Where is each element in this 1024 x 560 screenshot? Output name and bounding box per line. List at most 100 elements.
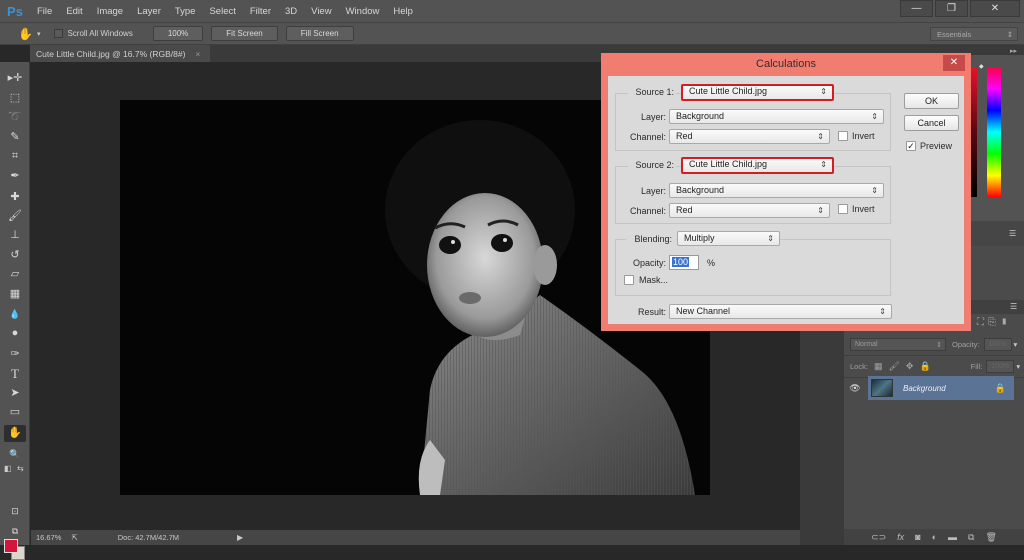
quick-select-tool-icon[interactable]: ✎ [6,129,24,146]
rectangle-tool-icon[interactable]: ▭ [6,404,24,421]
restore-button[interactable]: ❐ [935,0,968,17]
source1-invert-checkbox[interactable] [838,131,848,141]
fill-screen-button[interactable]: Fill Screen [285,26,354,41]
default-colors-icon[interactable]: ◧ [4,464,12,473]
menu-3d[interactable]: 3D [278,6,304,17]
collapse-panels-icon[interactable]: ▸▸ [1010,47,1017,55]
hand-tool-icon[interactable]: ✋ [4,425,26,442]
history-brush-tool-icon[interactable]: ↺ [6,247,24,264]
new-layer-icon[interactable]: ⧉ [968,532,974,543]
close-tab-icon[interactable]: × [195,49,200,59]
gradient-tool-icon[interactable]: ▦ [6,286,24,303]
export-icon[interactable]: ⇱ [71,533,77,542]
adjustment-icon[interactable]: ◐ [932,532,937,542]
hand-icon[interactable]: ✋ [18,27,33,41]
crop-tool-icon[interactable]: ⌗ [6,148,24,165]
panel-menu-icon[interactable]: ☰ [1009,229,1016,238]
workspace-select[interactable]: Essentials ⇕ [930,27,1018,41]
eraser-tool-icon[interactable]: ▱ [6,266,24,283]
tool-preset-chevron-icon[interactable]: ▾ [37,30,41,38]
window-controls: — ❐ ✕ [898,0,1020,20]
mask-checkbox[interactable] [624,275,634,285]
fill-dropdown-icon[interactable]: ▾ [1016,362,1020,371]
fill-input[interactable]: 100% [986,360,1015,373]
layer-filter-icons[interactable]: ⛶⎘▮ [977,317,1012,328]
source1-file-select[interactable]: Cute Little Child.jpg ⇕ [681,84,834,101]
source1-channel-select[interactable]: Red ⇕ [669,129,830,144]
lock-pixels-icon[interactable]: 🖌 [888,361,899,372]
zoom-tool-icon[interactable]: 🔍 [6,446,24,463]
clone-stamp-tool-icon[interactable]: ⊥ [6,227,24,244]
menu-bar: Ps File Edit Image Layer Type Select Fil… [0,0,1024,22]
source2-invert-checkbox[interactable] [838,204,848,214]
blur-tool-icon[interactable]: 💧 [6,306,24,323]
brush-tool-icon[interactable]: 🖌 [6,208,24,225]
dialog-close-button[interactable]: ✕ [943,55,965,71]
preview-checkbox[interactable]: ✓ [906,141,916,151]
blending-mode-select[interactable]: Multiply ⇕ [677,231,780,246]
hue-slider[interactable] [987,67,1001,197]
panel-menu-icon[interactable]: ☰ [1010,302,1017,311]
result-value: New Channel [676,306,731,316]
lock-position-icon[interactable]: ✥ [906,361,914,372]
zoom-100-button[interactable]: 100% [152,26,204,41]
dodge-tool-icon[interactable]: ● [6,325,24,342]
pen-tool-icon[interactable]: ✑ [6,346,24,363]
quick-mask-icon[interactable]: ⊡ [6,503,24,520]
menu-edit[interactable]: Edit [59,6,89,17]
screen-mode-icon[interactable]: ⧉ [6,523,24,540]
fx-icon[interactable]: fx [897,532,904,542]
menu-type[interactable]: Type [168,6,203,17]
zoom-level[interactable]: 16.67% [36,533,61,542]
menu-view[interactable]: View [304,6,338,17]
link-icon[interactable]: ⊂⊃ [871,532,886,543]
foreground-color-swatch[interactable] [4,539,18,553]
blend-mode-value: Normal [855,341,878,348]
move-tool-icon[interactable]: ▸✛ [6,70,24,87]
eyedropper-tool-icon[interactable]: ✒ [6,168,24,185]
select-arrows-icon: ⇕ [871,112,878,121]
source2-layer-value: Background [676,185,725,195]
source2-file-select[interactable]: Cute Little Child.jpg ⇕ [681,157,834,174]
menu-filter[interactable]: Filter [243,6,278,17]
menu-select[interactable]: Select [202,6,242,17]
menu-layer[interactable]: Layer [130,6,168,17]
cancel-button[interactable]: Cancel [904,115,959,131]
status-bar: 16.67% ⇱ Doc: 42.7M/42.7M ▶ [31,530,800,545]
source2-channel-select[interactable]: Red ⇕ [669,203,830,218]
lock-all-icon[interactable]: 🔒 [919,361,930,372]
lasso-tool-icon[interactable]: ➰ [6,109,24,126]
folder-icon[interactable]: ▬ [948,532,957,542]
lock-transparent-icon[interactable]: ▦ [874,361,883,372]
document-tab[interactable]: Cute Little Child.jpg @ 16.7% (RGB/8#) × [30,45,210,62]
source2-layer-select[interactable]: Background ⇕ [669,183,884,198]
layer-name[interactable]: Background [903,384,946,393]
healing-brush-tool-icon[interactable]: ✚ [6,189,24,206]
mask-label[interactable]: Mask... [639,275,668,285]
type-tool-icon[interactable]: T [6,365,24,382]
menu-help[interactable]: Help [386,6,420,17]
marquee-tool-icon[interactable]: ⬚ [6,90,24,107]
close-button[interactable]: ✕ [970,0,1020,17]
opacity-dropdown-icon[interactable]: ▾ [1014,340,1018,349]
ok-button[interactable]: OK [904,93,959,109]
status-menu-arrow-icon[interactable]: ▶ [237,533,243,542]
menu-image[interactable]: Image [90,6,130,17]
blend-mode-select[interactable]: Normal ⇕ [850,338,946,351]
minimize-button[interactable]: — [900,0,933,17]
source1-layer-select[interactable]: Background ⇕ [669,109,884,124]
blending-opacity-input[interactable]: 100 [669,255,699,270]
mask-icon[interactable]: ◙ [915,532,920,542]
path-selection-tool-icon[interactable]: ➤ [6,385,24,402]
layer-row-background[interactable]: Background 🔒 [868,376,1014,400]
menu-window[interactable]: Window [339,6,387,17]
layer-visibility-eye-icon[interactable]: 👁 [844,376,866,400]
menu-file[interactable]: File [30,6,59,17]
layer-opacity-input[interactable]: 100% [983,338,1012,351]
scroll-all-windows-checkbox[interactable] [54,29,64,38]
fit-screen-button[interactable]: Fit Screen [211,26,278,41]
result-select[interactable]: New Channel ⇕ [669,304,892,319]
trash-icon[interactable]: 🗑 [985,532,996,543]
swap-colors-icon[interactable]: ⇆ [17,464,24,473]
blending-mode-value: Multiply [684,233,715,243]
